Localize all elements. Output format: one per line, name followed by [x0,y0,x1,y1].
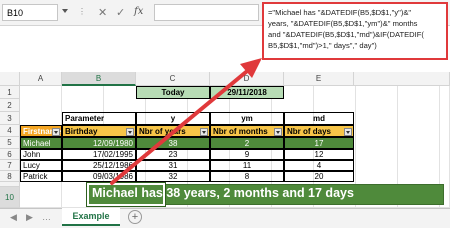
filter-dropdown-icon[interactable] [274,128,282,136]
today-label-cell[interactable]: Today [136,86,210,99]
table-cell[interactable]: Patrick [20,171,62,182]
cancel-icon[interactable]: ✕ [98,6,107,19]
result-text: Michael has 38 years, 2 months and 17 da… [92,186,354,200]
today-value-cell[interactable]: 29/11/2018 [210,86,284,99]
row-header-7[interactable]: 7 [0,160,20,171]
filter-dropdown-icon[interactable] [200,128,208,136]
row-header-6[interactable]: 6 [0,149,20,160]
table-cell[interactable]: 9 [210,149,284,160]
more-tabs-icon[interactable]: … [42,212,51,222]
row-header-10[interactable]: 10 [0,187,20,208]
table-cell[interactable]: 17 [284,137,354,149]
parameter-label-cell[interactable]: Parameter [62,112,136,125]
filter-dropdown-icon[interactable] [344,128,352,136]
formula-bar-separator-icon: ⋮ [78,7,87,16]
table-cell[interactable]: 11 [210,160,284,171]
name-box-dropdown-icon[interactable] [62,9,68,13]
table-cell[interactable]: 31 [136,160,210,171]
add-sheet-icon[interactable]: + [128,210,142,224]
row-header-8[interactable]: 8 [0,171,20,182]
table-cell[interactable]: 20 [284,171,354,182]
table-cell[interactable]: 8 [210,171,284,182]
row-header-4[interactable]: 4 [0,125,20,137]
row-header-3[interactable]: 3 [0,112,20,125]
table-cell[interactable]: Lucy [20,160,62,171]
table-cell[interactable]: 32 [136,171,210,182]
table-cell[interactable]: 38 [136,137,210,149]
filter-dropdown-icon[interactable] [52,128,60,136]
column-header-f[interactable] [354,72,450,86]
table-cell[interactable]: 23 [136,149,210,160]
parameter-ym-cell[interactable]: ym [210,112,284,125]
table-cell[interactable]: 17/02/1995 [62,149,136,160]
formula-callout: ="Michael has "&DATEDIF(B5,$D$1,"y")&" y… [262,2,448,60]
table-cell[interactable]: 25/12/1986 [62,160,136,171]
table-cell[interactable]: 12/09/1980 [62,137,136,149]
column-header-c[interactable]: C [136,72,210,86]
row-header-1[interactable]: 1 [0,86,20,99]
select-all-corner[interactable] [0,72,20,86]
row-header-2[interactable]: 2 [0,99,20,112]
row-header-5[interactable]: 5 [0,137,20,149]
table-cell[interactable]: Michael [20,137,62,149]
header-birthday[interactable]: Birthday [62,125,136,137]
table-cell[interactable]: 12 [284,149,354,160]
header-nbr-years[interactable]: Nbr of years [136,125,210,137]
column-header-a[interactable]: A [20,72,62,86]
table-cell[interactable]: John [20,149,62,160]
scroll-tabs-left-icon[interactable]: ◀ [10,212,17,223]
formula-input[interactable] [154,4,259,21]
column-header-b[interactable]: B [62,72,136,86]
insert-function-icon[interactable]: fx [134,6,143,17]
table-cell[interactable]: 2 [210,137,284,149]
table-cell[interactable]: 09/03/1986 [62,171,136,182]
header-nbr-days[interactable]: Nbr of days [284,125,354,137]
enter-check-icon[interactable]: ✓ [116,6,125,19]
header-firstname[interactable]: Firstname [20,125,62,137]
column-header-e[interactable]: E [284,72,354,86]
header-nbr-months[interactable]: Nbr of months [210,125,284,137]
column-header-d[interactable]: D [210,72,284,86]
sheet-tab-example[interactable]: Example [62,208,120,226]
parameter-md-cell[interactable]: md [284,112,354,125]
scroll-tabs-right-icon[interactable]: ▶ [26,212,33,223]
table-cell[interactable]: 4 [284,160,354,171]
name-box[interactable]: B10 [2,4,58,21]
filter-dropdown-icon[interactable] [126,128,134,136]
parameter-y-cell[interactable]: y [136,112,210,125]
